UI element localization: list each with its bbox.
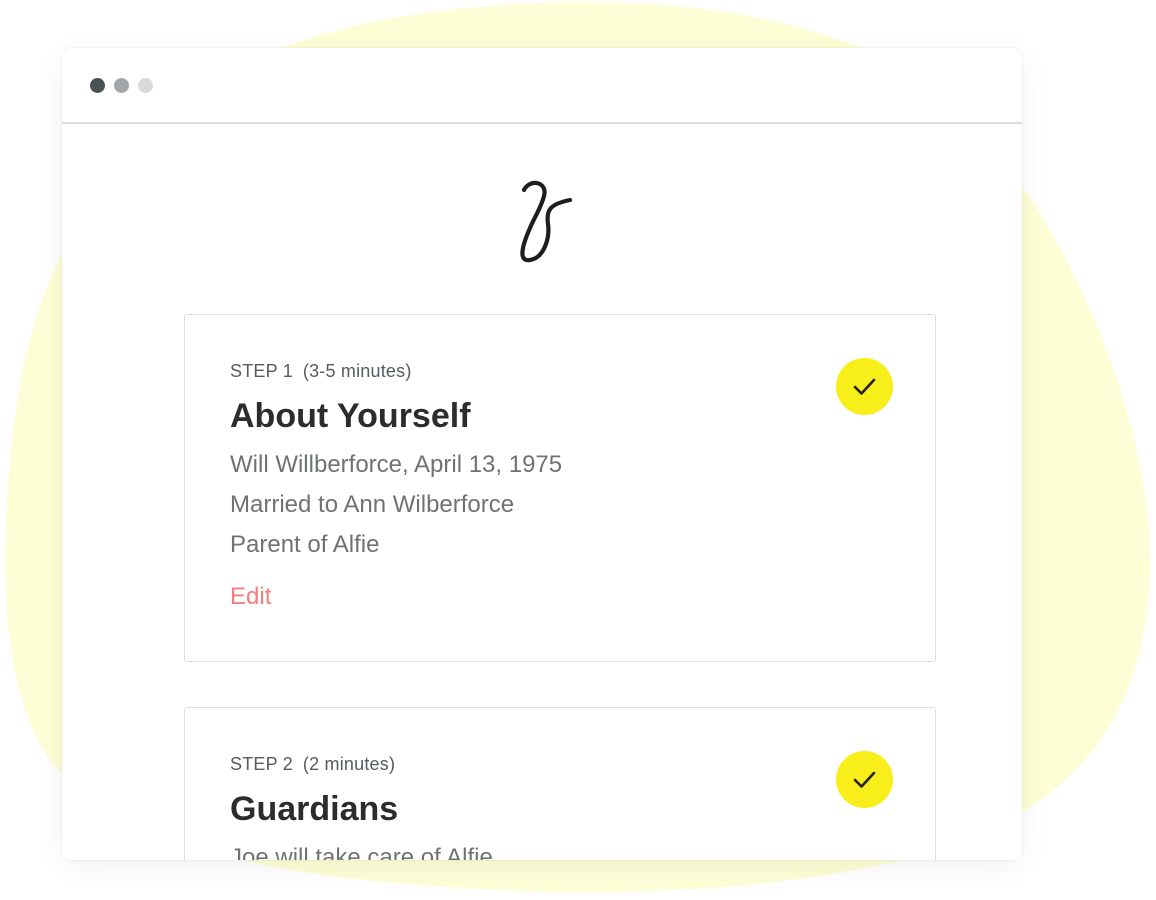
completed-status-badge <box>836 358 893 415</box>
detail-marital-status: Married to Ann Wilberforce <box>230 491 515 518</box>
window-titlebar <box>62 48 1022 124</box>
step-card-about-yourself: STEP 1 (3-5 minutes) About Yourself Will … <box>184 314 936 662</box>
close-window-dot[interactable] <box>90 78 105 93</box>
checkmark-icon <box>853 378 876 395</box>
checkmark-icon <box>853 771 876 788</box>
step-label: STEP 2 (2 minutes) <box>230 754 395 775</box>
detail-parent-of: Parent of Alfie <box>230 531 380 558</box>
step-duration: (3-5 minutes) <box>302 361 412 381</box>
zoom-window-dot[interactable] <box>138 78 153 93</box>
step-card-guardians: STEP 2 (2 minutes) Guardians Joe will tak… <box>184 707 936 860</box>
step-number: STEP 1 <box>230 361 293 381</box>
script-g-logo-icon <box>520 180 573 263</box>
step-title: Guardians <box>230 790 399 828</box>
detail-name-birthdate: Will Willberforce, April 13, 1975 <box>230 451 563 478</box>
step-duration: (2 minutes) <box>302 754 396 774</box>
completed-status-badge <box>836 751 893 808</box>
step-number: STEP 2 <box>230 754 293 774</box>
edit-link[interactable]: Edit <box>230 583 271 611</box>
detail-guardian: Joe will take care of Alfie <box>230 844 493 860</box>
stage: STEP 1 (3-5 minutes) About Yourself Will … <box>0 0 1156 900</box>
browser-window: STEP 1 (3-5 minutes) About Yourself Will … <box>62 48 1022 860</box>
minimize-window-dot[interactable] <box>114 78 129 93</box>
step-title: About Yourself <box>230 397 471 435</box>
step-label: STEP 1 (3-5 minutes) <box>230 361 412 382</box>
